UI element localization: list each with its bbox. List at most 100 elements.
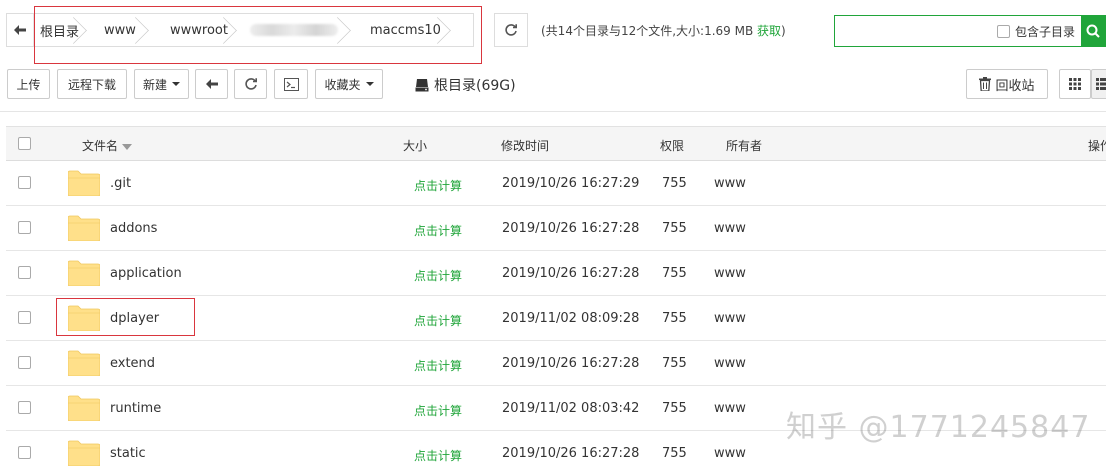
calc-size-link[interactable]: 点击计算	[414, 357, 462, 374]
file-table-header: 文件名 大小 修改时间 权限 所有者 操作	[6, 126, 1106, 161]
grid-view-button[interactable]	[1059, 69, 1091, 99]
terminal-icon	[283, 77, 299, 91]
folder-icon	[68, 305, 100, 331]
owner[interactable]: www	[714, 311, 746, 326]
permission[interactable]: 755	[662, 221, 687, 236]
folder-icon	[68, 260, 100, 286]
file-list: .git 点击计算 2019/10/26 16:27:29 755 www ad…	[6, 161, 1106, 470]
column-owner[interactable]: 所有者	[726, 137, 762, 154]
table-row[interactable]: extend 点击计算 2019/10/26 16:27:28 755 www	[6, 341, 1106, 386]
row-checkbox[interactable]	[18, 401, 31, 414]
file-name[interactable]: application	[110, 266, 182, 281]
modified-time: 2019/10/26 16:27:28	[502, 221, 640, 236]
remote-download-button[interactable]: 远程下载	[57, 69, 127, 99]
folder-icon	[68, 395, 100, 421]
modified-time: 2019/11/02 08:09:28	[502, 311, 640, 326]
permission[interactable]: 755	[662, 401, 687, 416]
arrow-left-icon	[14, 25, 26, 35]
path-refresh-button[interactable]	[494, 13, 528, 47]
row-checkbox[interactable]	[18, 446, 31, 459]
row-checkbox[interactable]	[18, 311, 31, 324]
modified-time: 2019/10/26 16:27:28	[502, 446, 640, 461]
refresh-button[interactable]	[234, 69, 267, 99]
permission[interactable]: 755	[662, 266, 687, 281]
search-box: 包含子目录	[834, 15, 1106, 47]
breadcrumb-wwwroot[interactable]: wwwroot	[148, 14, 236, 46]
row-checkbox[interactable]	[18, 356, 31, 369]
modified-time: 2019/10/26 16:27:28	[502, 356, 640, 371]
owner[interactable]: www	[714, 176, 746, 191]
terminal-button[interactable]	[274, 69, 308, 99]
grid-icon	[1069, 78, 1081, 90]
file-name[interactable]: dplayer	[110, 311, 159, 326]
select-all-checkbox[interactable]	[18, 137, 31, 150]
chevron-down-icon	[365, 82, 374, 86]
breadcrumb-blurred[interactable]	[236, 14, 350, 46]
column-perm[interactable]: 权限	[660, 137, 684, 154]
table-row[interactable]: application 点击计算 2019/10/26 16:27:28 755…	[6, 251, 1106, 296]
owner[interactable]: www	[714, 356, 746, 371]
get-size-link[interactable]: 获取	[757, 24, 781, 38]
file-name[interactable]: static	[110, 446, 146, 461]
permission[interactable]: 755	[662, 176, 687, 191]
breadcrumb-maccms10[interactable]: maccms10	[350, 14, 450, 46]
folder-icon	[68, 440, 100, 466]
checkbox-box[interactable]	[997, 25, 1010, 38]
modified-time: 2019/10/26 16:27:29	[502, 176, 640, 191]
list-view-button[interactable]	[1091, 69, 1106, 99]
table-row[interactable]: static 点击计算 2019/10/26 16:27:28 755 www	[6, 431, 1106, 470]
file-name[interactable]: .git	[110, 176, 131, 191]
calc-size-link[interactable]: 点击计算	[414, 312, 462, 329]
search-input[interactable]	[835, 16, 995, 46]
recycle-bin-button[interactable]: 回收站	[966, 69, 1048, 99]
column-name[interactable]: 文件名	[82, 137, 133, 154]
sort-desc-icon	[122, 143, 133, 150]
modified-time: 2019/11/02 08:03:42	[502, 401, 640, 416]
file-name[interactable]: extend	[110, 356, 155, 371]
owner[interactable]: www	[714, 446, 746, 461]
folder-icon	[68, 215, 100, 241]
upload-button[interactable]: 上传	[7, 69, 50, 99]
row-checkbox[interactable]	[18, 266, 31, 279]
column-mtime[interactable]: 修改时间	[501, 137, 549, 154]
directory-summary: (共14个目录与12个文件,大小:1.69 MB 获取)	[541, 24, 786, 38]
disk-root-label[interactable]: 根目录(69G)	[415, 75, 516, 95]
table-row[interactable]: dplayer 点击计算 2019/11/02 08:09:28 755 www	[6, 296, 1106, 341]
breadcrumb-root[interactable]: 根目录	[34, 14, 86, 46]
file-manager: 根目录 www wwwroot maccms10 (共14个目录与12个文件,大…	[0, 0, 1106, 470]
calc-size-link[interactable]: 点击计算	[414, 222, 462, 239]
folder-icon	[68, 350, 100, 376]
refresh-icon	[244, 78, 257, 90]
favorites-dropdown-button[interactable]: 收藏夹	[315, 69, 383, 99]
calc-size-link[interactable]: 点击计算	[414, 402, 462, 419]
calc-size-link[interactable]: 点击计算	[414, 177, 462, 194]
calc-size-link[interactable]: 点击计算	[414, 267, 462, 284]
owner[interactable]: www	[714, 221, 746, 236]
back-button[interactable]	[195, 69, 228, 99]
search-button[interactable]	[1081, 15, 1105, 47]
calc-size-link[interactable]: 点击计算	[414, 447, 462, 464]
owner[interactable]: www	[714, 401, 746, 416]
search-icon	[1086, 24, 1100, 38]
folder-icon	[68, 170, 100, 196]
file-name[interactable]: addons	[110, 221, 157, 236]
row-checkbox[interactable]	[18, 221, 31, 234]
breadcrumb-www[interactable]: www	[86, 14, 148, 46]
table-row[interactable]: addons 点击计算 2019/10/26 16:27:28 755 www	[6, 206, 1106, 251]
permission[interactable]: 755	[662, 356, 687, 371]
list-icon	[1096, 78, 1106, 90]
toolbar-divider	[0, 111, 1106, 112]
permission[interactable]: 755	[662, 311, 687, 326]
include-subdir-checkbox[interactable]: 包含子目录	[997, 23, 1075, 40]
column-size[interactable]: 大小	[403, 137, 427, 154]
owner[interactable]: www	[714, 266, 746, 281]
table-row[interactable]: .git 点击计算 2019/10/26 16:27:29 755 www	[6, 161, 1106, 206]
modified-time: 2019/10/26 16:27:28	[502, 266, 640, 281]
row-checkbox[interactable]	[18, 176, 31, 189]
file-name[interactable]: runtime	[110, 401, 161, 416]
chevron-down-icon	[172, 82, 180, 86]
path-back-button[interactable]	[7, 14, 34, 46]
table-row[interactable]: runtime 点击计算 2019/11/02 08:03:42 755 www	[6, 386, 1106, 431]
permission[interactable]: 755	[662, 446, 687, 461]
new-dropdown-button[interactable]: 新建	[134, 69, 189, 99]
